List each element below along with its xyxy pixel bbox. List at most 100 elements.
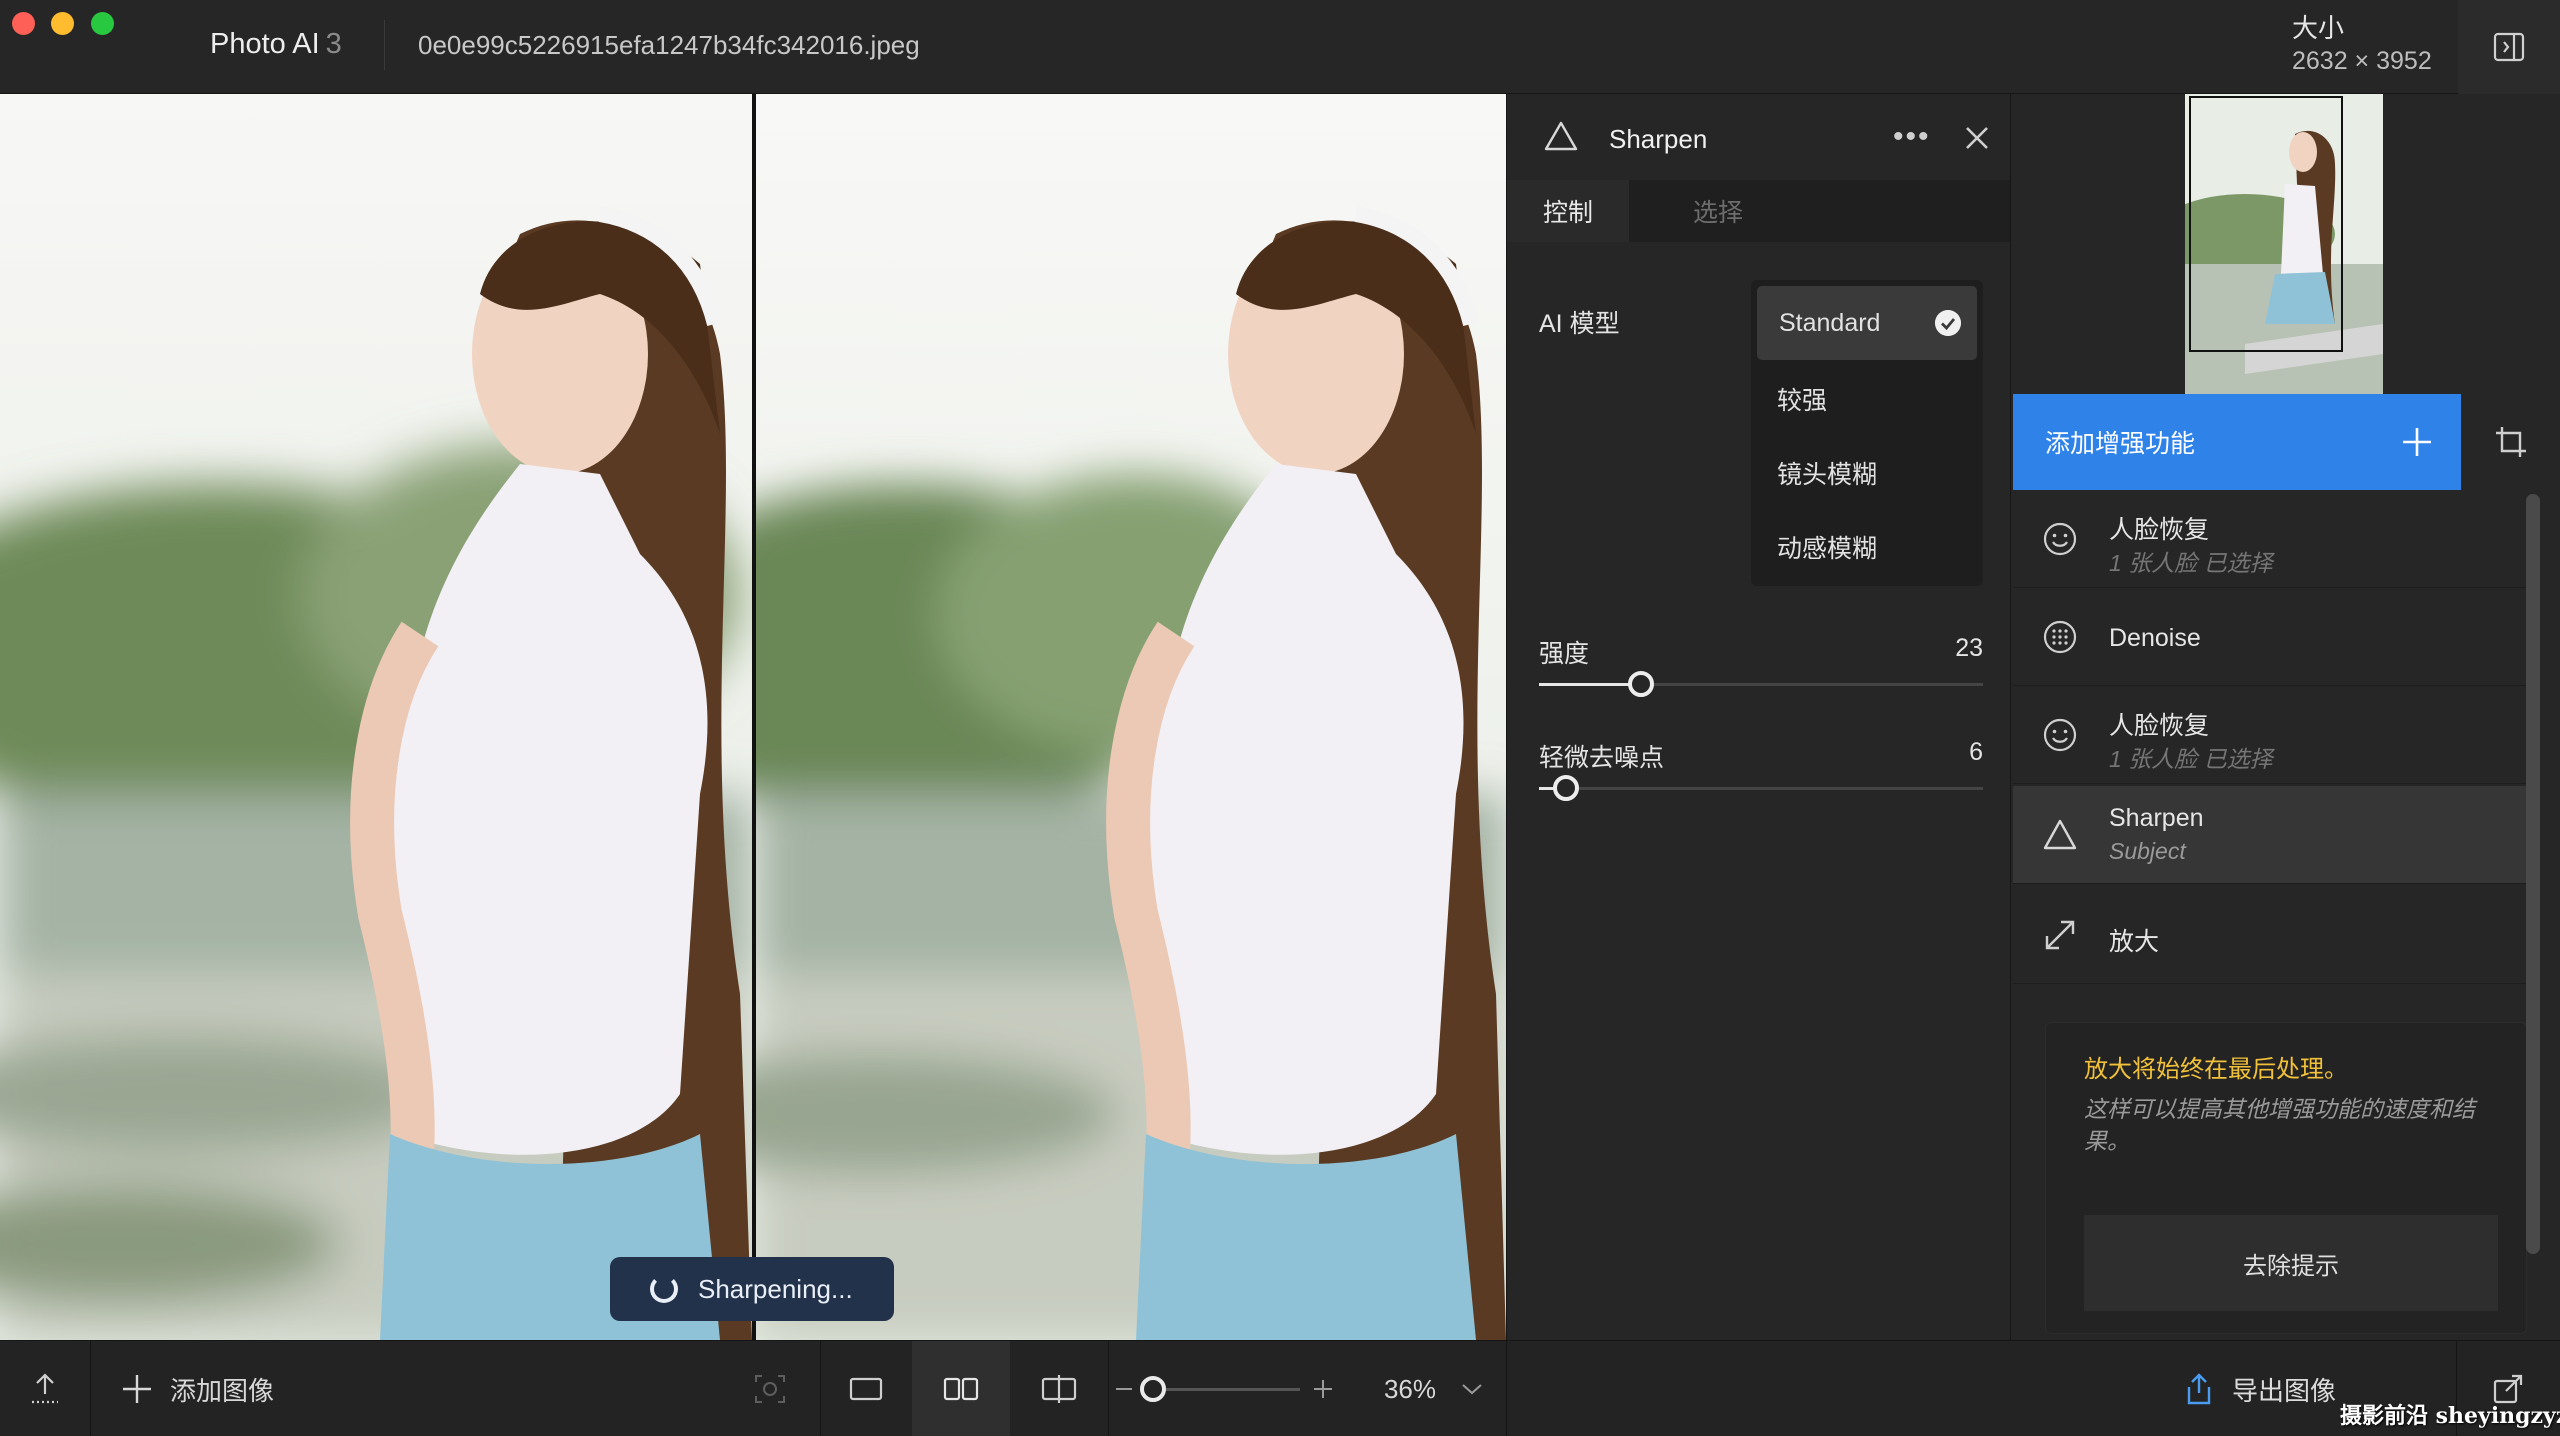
image-canvas[interactable]: Sharpening... (0, 94, 1506, 1340)
export-image-button[interactable]: 导出图像 (2160, 1341, 2360, 1436)
view-split-button[interactable] (1010, 1341, 1108, 1436)
export-image-label: 导出图像 (2231, 1375, 2336, 1406)
single-view-icon (849, 1377, 883, 1401)
ai-model-list: Standard 较强 镜头模糊 动感模糊 (1751, 280, 1983, 586)
check-icon (1935, 310, 1961, 336)
view-side-by-side-button[interactable] (912, 1341, 1010, 1436)
face-icon (2043, 718, 2077, 752)
strength-value[interactable]: 23 (1927, 634, 1983, 663)
original-photo (0, 94, 752, 1340)
processed-preview[interactable] (756, 94, 1506, 1340)
processing-status: Sharpening... (698, 1273, 853, 1304)
enhancement-item-face-recovery[interactable]: 人脸恢复 1 张人脸 已选择 (2013, 490, 2537, 588)
triangle-icon (2043, 819, 2077, 850)
tip-body: 这样可以提高其他增强功能的速度和结果。 (2084, 1096, 2475, 1154)
zoom-out-button[interactable] (1112, 1341, 1136, 1436)
share-icon (2187, 1373, 2211, 1405)
chevron-down-icon (1462, 1384, 1482, 1395)
enhancement-item-upscale[interactable]: 放大 (2013, 886, 2537, 984)
app-title: Photo AI 3 (210, 28, 342, 61)
app-version: 3 (325, 28, 342, 60)
processed-photo (756, 94, 1506, 1340)
panel-tabs: 控制 选择 (1507, 180, 2011, 242)
enhancement-name: Denoise (2109, 624, 2201, 652)
minus-icon (1116, 1388, 1132, 1390)
enhancement-detail: Subject (2109, 838, 2186, 864)
upscale-icon (2045, 920, 2075, 950)
preview-face-button[interactable] (730, 1341, 810, 1436)
sharpen-settings-panel: Sharpen ••• 控制 选择 AI 模型 Standard 较强 镜头模糊… (1506, 94, 2011, 1340)
model-option-standard[interactable]: Standard (1757, 286, 1977, 360)
enhancement-name: Sharpen (2109, 804, 2204, 832)
tip-title: 放大将始终在最后处理。 (2084, 1056, 2348, 1083)
image-size-label: 大小 (2292, 13, 2345, 43)
enhancement-name: 放大 (2109, 928, 2160, 956)
add-enhancement-button[interactable]: 添加增强功能 (2013, 394, 2461, 490)
add-image-label: 添加图像 (170, 1375, 275, 1406)
plus-icon (123, 1375, 151, 1403)
upload-icon (32, 1373, 58, 1404)
window-close-button[interactable] (12, 12, 35, 35)
enhancement-item-sharpen[interactable]: Sharpen Subject (2013, 786, 2537, 884)
enhancement-item-denoise[interactable]: Denoise (2013, 588, 2537, 686)
enhancement-item-face-recovery-2[interactable]: 人脸恢复 1 张人脸 已选择 (2013, 686, 2537, 784)
enhancement-name: 人脸恢复 (2109, 516, 2210, 544)
more-options-button[interactable]: ••• (1893, 120, 1931, 154)
strength-slider-handle[interactable] (1628, 671, 1655, 697)
denoise-label: 轻微去噪点 (1539, 744, 1665, 772)
title-separator (384, 20, 385, 70)
model-option-lens-blur[interactable]: 镜头模糊 (1755, 436, 1979, 510)
crop-button[interactable] (2461, 394, 2560, 490)
bottom-toolbar: 添加图像 36% 导出图像 (0, 1340, 2560, 1436)
panel-title: Sharpen (1609, 124, 1708, 154)
add-image-button[interactable]: 添加图像 (120, 1341, 274, 1436)
denoise-slider-track[interactable] (1539, 787, 1983, 790)
model-option-label: Standard (1779, 308, 1881, 337)
ai-model-label: AI 模型 (1539, 310, 1620, 338)
tab-controls[interactable]: 控制 (1507, 180, 1629, 242)
upscale-tip-card: 放大将始终在最后处理。 这样可以提高其他增强功能的速度和结果。 去除提示 (2045, 1022, 2527, 1334)
plus-icon (1314, 1380, 1332, 1398)
model-option-motion-blur[interactable]: 动感模糊 (1755, 510, 1979, 584)
watermark: 摄影前沿 sheyingzyz.com (2340, 1403, 2560, 1429)
enhancement-detail: 1 张人脸 已选择 (2109, 550, 2273, 576)
zoom-in-button[interactable] (1308, 1341, 1338, 1436)
processing-toast: Sharpening... (610, 1257, 894, 1321)
close-icon[interactable] (1957, 118, 1997, 158)
zoom-level[interactable]: 36% (1370, 1341, 1450, 1436)
split-view-icon (1041, 1375, 1077, 1403)
denoise-slider-handle[interactable] (1552, 775, 1579, 801)
side-by-side-icon (943, 1377, 979, 1401)
dismiss-tip-button[interactable]: 去除提示 (2084, 1215, 2498, 1311)
view-single-button[interactable] (820, 1341, 912, 1436)
file-name: 0e0e99c5226915efa1247b34fc342016.jpeg (418, 30, 920, 60)
viewport-frame[interactable] (2189, 96, 2343, 352)
navigator-thumbnail[interactable] (2185, 94, 2383, 394)
sidebar-toggle-icon (2493, 32, 2525, 62)
enhancements-scrollbar[interactable] (2526, 494, 2540, 1254)
model-option-strong[interactable]: 较强 (1755, 362, 1979, 436)
add-enhancement-label: 添加增强功能 (2045, 430, 2196, 458)
title-bar: Photo AI 3 0e0e99c5226915efa1247b34fc3420… (0, 0, 2560, 94)
face-icon (2043, 522, 2077, 556)
zoom-slider-handle[interactable] (1140, 1376, 1166, 1402)
zoom-dropdown-button[interactable] (1454, 1341, 1490, 1436)
strength-slider-fill (1539, 683, 1642, 686)
window-maximize-button[interactable] (91, 12, 114, 35)
strength-label: 强度 (1539, 640, 1590, 668)
crop-icon (2496, 427, 2526, 457)
upload-button[interactable] (0, 1341, 90, 1436)
enhancements-panel: 添加增强功能 人脸恢复 1 张人脸 已选择 Denoise 人脸恢复 1 张人脸… (2010, 94, 2560, 1340)
enhancement-name: 人脸恢复 (2109, 712, 2210, 740)
window-minimize-button[interactable] (51, 12, 74, 35)
tab-selection[interactable]: 选择 (1629, 180, 2011, 242)
original-preview[interactable] (0, 94, 752, 1340)
sidebar-toggle-button[interactable] (2458, 0, 2560, 94)
sharpen-triangle-icon (1544, 121, 1578, 151)
denoise-value[interactable]: 6 (1927, 738, 1983, 767)
app-name: Photo AI (210, 28, 320, 60)
toolbar-separator (1506, 1341, 1507, 1436)
enhancement-detail: 1 张人脸 已选择 (2109, 746, 2273, 772)
denoise-icon (2043, 620, 2077, 654)
toolbar-separator (1108, 1341, 1109, 1436)
